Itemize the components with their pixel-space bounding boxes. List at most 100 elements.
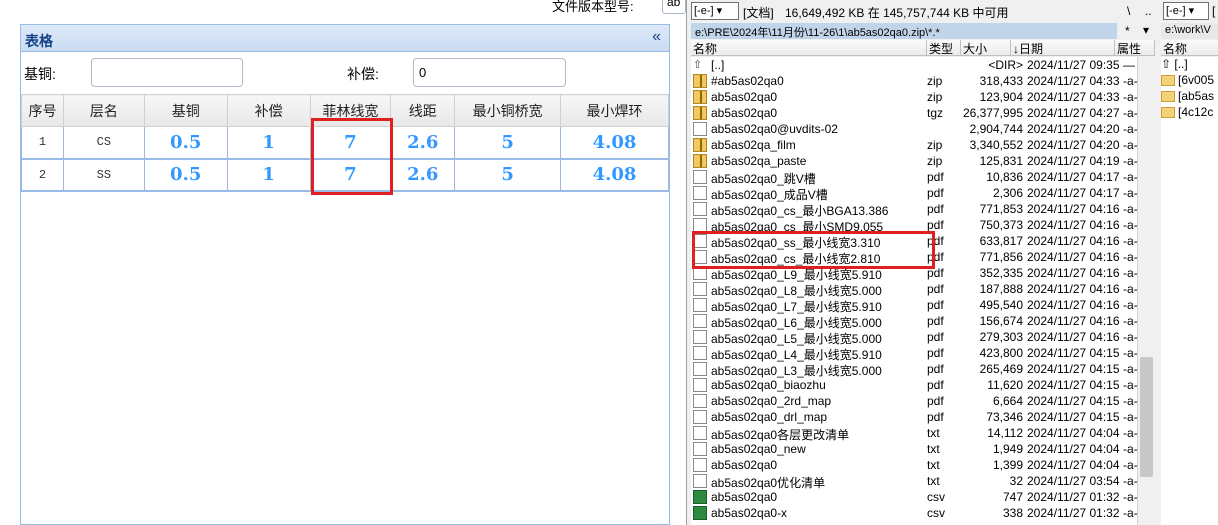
file-row[interactable]: ⇧ [..] <DIR> 2024/11/27 09:35— <box>691 57 1137 73</box>
history-dropdown-icon[interactable]: ▾ <box>1143 23 1149 37</box>
right-file-name: [4c12c <box>1178 105 1214 119</box>
file-size: 495,540 <box>979 298 1023 312</box>
file-row[interactable]: ab5as02qa0_L9_最小线宽5.910 pdf 352,335 2024/11… <box>691 265 1137 282</box>
file-row[interactable]: ab5as02qa0_cs_最小SMD9.055 pdf 750,373 2024/1… <box>691 217 1137 234</box>
file-size: 338 <box>1002 506 1023 520</box>
file-row[interactable]: ab5as02qa0csv7472024/11/27 01:32-a-- <box>691 489 1137 505</box>
file-row[interactable]: ab5as02qa0 txt 1,399 2024/11/27 04:04-a-- <box>691 457 1137 473</box>
right-drive-select[interactable]: [-e-] ▾ <box>1163 2 1209 20</box>
file-manager-window: [-e-] ▾ [文档] 16,649,492 KB 在 145,757,744… <box>686 0 1218 525</box>
file-row[interactable]: ab5as02qa0_ss_最小线宽3.310 pdf 633,817 2024/11… <box>691 233 1137 250</box>
archive-icon <box>693 74 707 88</box>
cell-base-copper[interactable]: 0.5 <box>143 158 228 192</box>
file-row[interactable]: ab5as02qa0_L8_最小线宽5.000 pdf 187,888 2024/11… <box>691 281 1137 298</box>
cell-spacing[interactable]: 2.6 <box>390 158 456 192</box>
file-attr: -a-- <box>1123 266 1137 280</box>
cell-min-ring[interactable]: 4.08 <box>560 126 669 160</box>
file-row[interactable]: ab5as02qa0_cs_最小线宽2.810 pdf 771,856 2024/11… <box>691 249 1137 266</box>
file-row[interactable]: ab5as02qa_film zip 3,340,552 2024/11/27 04:… <box>691 137 1137 153</box>
left-path[interactable]: e:\PRE\2024年\11月份\11-26\1\ab5as02qa0.zip… <box>691 23 1117 39</box>
col-size-header[interactable]: 大小 <box>961 40 1011 56</box>
file-row[interactable]: ab5as02qa0@uvdits-02 2,904,744 2024/11/27 … <box>691 121 1137 137</box>
col-header-min-ring[interactable]: 最小焊环 <box>560 94 669 127</box>
right-drive-label: [ <box>1212 4 1216 18</box>
file-size: 187,888 <box>979 282 1023 296</box>
parent-dir-button[interactable]: .. <box>1145 4 1152 18</box>
col-name-header[interactable]: 名称 <box>691 40 927 56</box>
scrollbar-thumb[interactable] <box>1140 357 1153 477</box>
right-file-row[interactable]: [ab5as <box>1161 89 1214 105</box>
col-header-compensation[interactable]: 补偿 <box>226 94 311 127</box>
file-attr: -a-- <box>1123 122 1137 136</box>
file-row[interactable]: ab5as02qa0_biaozhu pdf 11,620 2024/11/27 04… <box>691 377 1137 393</box>
cell-film-width[interactable]: 7 <box>309 126 392 160</box>
document-icon <box>693 362 707 376</box>
file-row[interactable]: ab5as02qa0优化清单txt322024/11/27 03:54-a-- <box>691 473 1137 490</box>
file-row[interactable]: ab5as02qa0_new txt 1,949 2024/11/27 04:04 -a… <box>691 441 1137 457</box>
filter-star[interactable]: * <box>1125 24 1130 38</box>
right-file-row[interactable]: [4c12c <box>1161 105 1213 121</box>
file-date: 2024/11/27 04:15 <box>1027 346 1120 360</box>
file-date: 2024/11/27 04:16 <box>1027 202 1120 216</box>
file-row[interactable]: ab5as02qa0_L6_最小线宽5.000 pdf 156,674 2024/11… <box>691 313 1137 330</box>
cell-min-bridge[interactable]: 5 <box>454 158 562 192</box>
right-file-row[interactable]: [6v005 <box>1161 73 1214 89</box>
file-row[interactable]: ab5as02qa0各层更改清单 txt 14,112 2024/11/27 04:0… <box>691 425 1137 442</box>
cell-compensation[interactable]: 1 <box>226 126 311 160</box>
file-size: 318,433 <box>979 74 1023 88</box>
file-row[interactable]: ab5as02qa0_成品V槽 pdf 2,306 2024/11/27 04:17-… <box>691 185 1137 202</box>
file-row[interactable]: #ab5as02qa0zip318,4332024/11/27 04:33-a-… <box>691 73 1137 89</box>
file-row[interactable]: ab5as02qa0_L7_最小线宽5.910 pdf 495,540 2024/11… <box>691 297 1137 314</box>
file-row[interactable]: ab5as02qa0_drl_map pdf 73,346 2024/11/27 04… <box>691 409 1137 425</box>
right-file-row[interactable]: ⇧ [..] <box>1161 57 1188 73</box>
left-drive-select[interactable]: [-e-] ▾ <box>691 2 739 20</box>
cell-film-width[interactable]: 7 <box>309 158 392 192</box>
version-combo[interactable]: ab <box>662 0 686 14</box>
col-header-base-copper[interactable]: 基铜 <box>143 94 228 127</box>
file-attr: -a-- <box>1123 282 1137 296</box>
file-list-scrollbar[interactable] <box>1137 57 1155 525</box>
cell-min-bridge[interactable]: 5 <box>454 126 562 160</box>
col-header-film-width[interactable]: 菲林线宽 <box>309 94 392 127</box>
file-row[interactable]: ab5as02qa0_L5_最小线宽5.000 pdf 279,303 2024/11… <box>691 329 1137 346</box>
cell-index[interactable]: 1 <box>21 126 64 160</box>
col-attr-header[interactable]: 属性 <box>1115 40 1155 56</box>
file-date: 2024/11/27 04:16 <box>1027 266 1120 280</box>
right-path[interactable]: e:\work\V <box>1161 23 1218 39</box>
file-name: #ab5as02qa0 <box>711 74 784 88</box>
cell-compensation[interactable]: 1 <box>226 158 311 192</box>
compensation-input[interactable] <box>413 58 566 87</box>
file-row[interactable]: ab5as02qa0-xcsv3382024/11/27 01:32-a-- <box>691 505 1137 521</box>
file-row[interactable]: ab5as02qa_paste zip 125,831 2024/11/27 04:1… <box>691 153 1137 169</box>
file-row[interactable]: ab5as02qa0_2rd_map pdf 6,664 2024/11/27 04:… <box>691 393 1137 409</box>
col-type-header[interactable]: 类型 <box>927 40 961 56</box>
col-header-index[interactable]: 序号 <box>21 94 64 127</box>
cell-spacing[interactable]: 2.6 <box>390 126 456 160</box>
cell-layer[interactable]: CS <box>62 126 145 160</box>
file-date: 2024/11/27 04:17 <box>1027 186 1120 200</box>
table-row[interactable]: 2 SS 0.5 1 7 2.6 5 4.08 <box>21 158 669 192</box>
file-row[interactable]: ab5as02qa0 tgz 26,377,995 2024/11/27 04:27-… <box>691 105 1137 121</box>
col-header-spacing[interactable]: 线距 <box>390 94 456 127</box>
file-row[interactable]: ab5as02qa0_L3_最小线宽5.000 pdf 265,469 2024/11… <box>691 361 1137 378</box>
document-icon <box>693 298 707 312</box>
cell-base-copper[interactable]: 0.5 <box>143 126 228 160</box>
col-header-layer[interactable]: 层名 <box>62 94 145 127</box>
col-header-min-bridge[interactable]: 最小铜桥宽 <box>454 94 562 127</box>
cell-min-ring[interactable]: 4.08 <box>560 158 669 192</box>
file-row[interactable]: ab5as02qa0_跳V槽 pdf 10,836 2024/11/27 04:17-… <box>691 169 1137 186</box>
cell-index[interactable]: 2 <box>21 158 64 192</box>
file-attr: -a-- <box>1123 426 1137 440</box>
cell-layer[interactable]: SS <box>62 158 145 192</box>
root-dir-button[interactable]: \ <box>1127 4 1130 18</box>
file-row[interactable]: ab5as02qa0_L4_最小线宽5.910 pdf 423,800 2024/11… <box>691 345 1137 362</box>
base-copper-input[interactable] <box>91 58 243 87</box>
file-row[interactable]: ab5as02qa0_cs_最小BGA13.386 pdf 771,853 2024/… <box>691 201 1137 218</box>
table-row[interactable]: 1 CS 0.5 1 7 2.6 5 4.08 <box>21 126 669 160</box>
file-row[interactable]: ab5as02qa0zip123,9042024/11/27 04:33-a-- <box>691 89 1137 105</box>
file-date: 2024/11/27 04:04 <box>1027 458 1120 472</box>
file-attr: -a-- <box>1123 362 1137 376</box>
right-col-name-header[interactable]: 名称 <box>1161 40 1218 56</box>
double-chevron-left-icon[interactable]: « <box>652 28 661 46</box>
col-date-header[interactable]: ↓日期 <box>1011 40 1115 56</box>
